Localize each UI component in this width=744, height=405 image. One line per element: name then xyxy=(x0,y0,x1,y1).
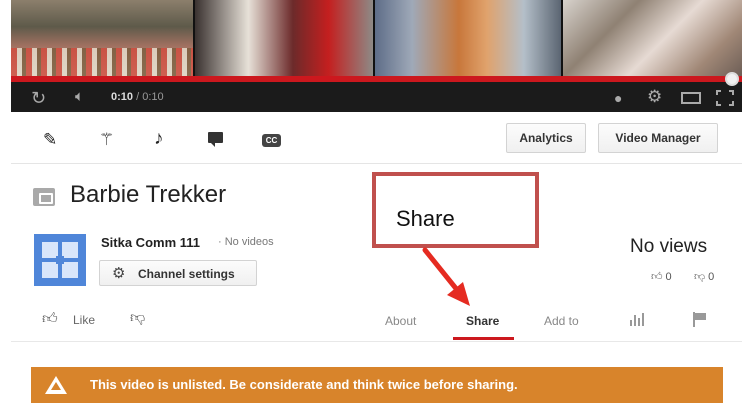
channel-name-link[interactable]: Sitka Comm 111 xyxy=(101,235,200,250)
thumbs-down-icon: 👎︎ xyxy=(694,271,706,283)
closed-captions-icon[interactable]: CC xyxy=(262,134,281,147)
like-count-value: 0 xyxy=(665,271,672,283)
channel-settings-label: Channel settings xyxy=(138,267,235,281)
tab-add-to[interactable]: Add to xyxy=(544,314,579,328)
annotation-icon[interactable] xyxy=(208,132,223,147)
thumbs-up-icon: 👍︎ xyxy=(651,271,663,283)
tab-about[interactable]: About xyxy=(385,314,416,328)
music-note-icon[interactable]: ♪ xyxy=(154,128,164,150)
annotation-callout-box: Share xyxy=(372,172,539,248)
pencil-icon[interactable]: ✎ xyxy=(43,130,57,150)
time-current: 0:10 xyxy=(111,91,134,103)
unlisted-lock-icon xyxy=(33,188,55,206)
magic-wand-icon[interactable]: ⚚ xyxy=(99,130,114,150)
video-frame-segment xyxy=(375,0,563,76)
video-player[interactable]: ↻ 🔈︎ 0:10 / 0:10 ● ⚙ xyxy=(11,0,742,112)
video-frame-segment xyxy=(11,0,195,76)
divider xyxy=(11,341,742,342)
avatar-logo xyxy=(42,242,78,278)
video-manager-button[interactable]: Video Manager xyxy=(598,123,718,153)
stats-icon[interactable] xyxy=(629,313,645,326)
active-tab-indicator xyxy=(453,337,514,340)
like-button-label[interactable]: Like xyxy=(73,313,95,327)
channel-video-count: · No videos xyxy=(218,236,274,248)
fullscreen-icon[interactable] xyxy=(716,90,734,106)
time-duration: 0:10 xyxy=(142,91,164,103)
analytics-button[interactable]: Analytics xyxy=(506,123,586,153)
video-frame-segment xyxy=(195,0,375,76)
dislike-count: 👎︎ 0 xyxy=(694,270,714,283)
time-display: 0:10 / 0:10 xyxy=(111,91,164,103)
volume-icon[interactable]: 🔈︎ xyxy=(75,88,84,105)
annotation-arrow-head xyxy=(447,282,470,306)
dislike-icon[interactable]: 👎︎ xyxy=(130,309,145,327)
settings-gear-icon[interactable]: ⚙ xyxy=(647,87,662,107)
theater-mode-icon[interactable] xyxy=(681,92,701,104)
video-frame-segment xyxy=(563,0,742,76)
annotation-callout-label: Share xyxy=(396,206,455,231)
channel-avatar[interactable] xyxy=(34,234,86,286)
progress-bar[interactable] xyxy=(11,76,742,82)
replay-icon[interactable]: ↻ xyxy=(31,88,46,109)
warning-triangle-icon xyxy=(45,376,67,394)
view-count: No views xyxy=(630,236,708,257)
unlisted-warning-banner: This video is unlisted. Be considerate a… xyxy=(31,367,723,403)
video-title: Barbie Trekker xyxy=(70,181,227,208)
tab-share[interactable]: Share xyxy=(466,314,499,328)
video-frame[interactable] xyxy=(11,0,742,76)
time-separator: / xyxy=(133,91,143,103)
like-count: 👍︎ 0 xyxy=(651,270,672,283)
warning-text: This video is unlisted. Be considerate a… xyxy=(90,377,518,392)
flag-icon[interactable] xyxy=(693,312,707,327)
watch-later-icon[interactable]: ● xyxy=(614,90,622,106)
player-controls: ↻ 🔈︎ 0:10 / 0:10 ● ⚙ xyxy=(11,84,742,112)
annotation-arrow-shaft xyxy=(422,247,461,294)
like-icon[interactable]: 👍︎ xyxy=(42,310,58,328)
channel-settings-button[interactable]: ⚙ Channel settings xyxy=(99,260,257,286)
dislike-count-value: 0 xyxy=(708,271,715,283)
gear-icon: ⚙ xyxy=(112,265,126,282)
edit-toolbar: ✎ ⚚ ♪ CC Analytics Video Manager xyxy=(11,112,742,164)
